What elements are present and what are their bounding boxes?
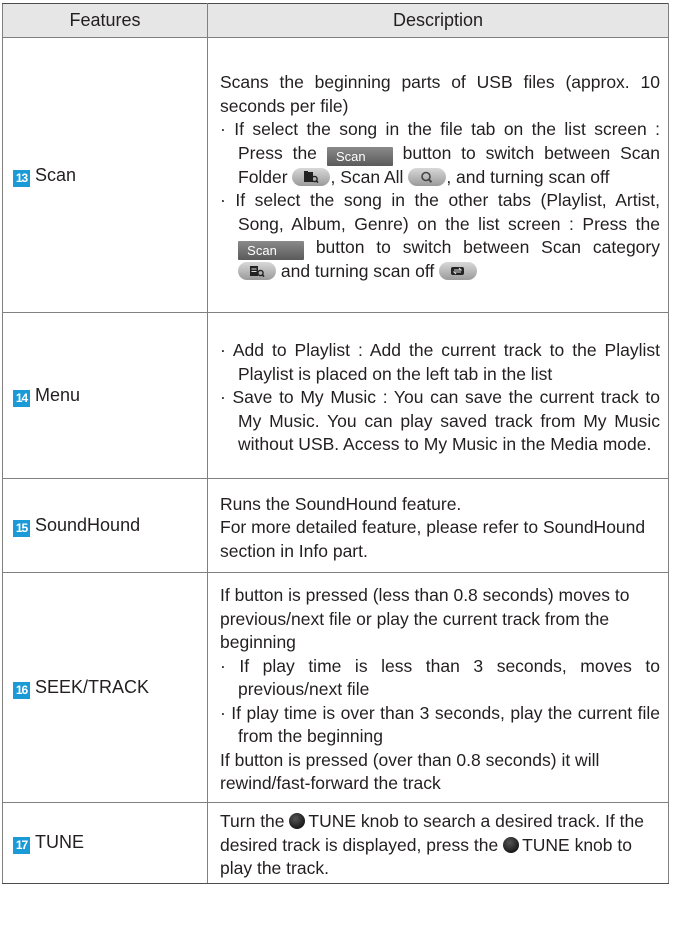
bullet-text: · If select the song in the other tabs (… xyxy=(220,190,660,234)
table-row: 14 Menu · Add to Playlist : Add the curre… xyxy=(2,312,669,479)
feature-cell-menu: 14 Menu xyxy=(2,312,208,479)
scan-category-icon xyxy=(238,262,276,281)
feature-cell-scan: 13 Scan xyxy=(2,37,208,313)
description-text: Runs the SoundHound feature. xyxy=(220,493,462,514)
bullet-item: · If play time is less than 3 seconds, m… xyxy=(220,655,660,700)
description-text: For more detailed feature, please refer … xyxy=(220,517,646,561)
description-cell-soundhound: Runs the SoundHound feature. For more de… xyxy=(207,478,669,573)
bullet-item: · If play time is over than 3 seconds, p… xyxy=(220,702,660,747)
description-text: Scans the beginning parts of USB files (… xyxy=(220,72,660,116)
feature-name: Menu xyxy=(35,384,81,405)
table-header-row: Features Description xyxy=(2,3,669,38)
bullet-item: · Add to Playlist : Add the current trac… xyxy=(220,340,660,384)
header-features: Features xyxy=(2,3,208,38)
description-fragment: Turn the xyxy=(220,811,285,831)
table-row: 16 SEEK/TRACK If button is pressed (less … xyxy=(2,572,669,803)
feature-name: SEEK/TRACK xyxy=(35,676,150,697)
bullet-item: · If select the song in the file tab on … xyxy=(220,118,660,189)
item-number-badge: 13 xyxy=(13,169,30,187)
header-description: Description xyxy=(207,3,669,38)
feature-cell-soundhound: 15 SoundHound xyxy=(2,478,208,573)
bullet-text: , Scan All xyxy=(330,166,404,187)
feature-name: Scan xyxy=(35,164,77,185)
description-cell-menu: · Add to Playlist : Add the current trac… xyxy=(207,312,669,479)
item-number-badge: 14 xyxy=(13,390,30,407)
description-cell-tune: Turn the TUNE knob to search a desired t… xyxy=(207,802,669,884)
tune-knob-icon xyxy=(503,836,520,853)
bullet-text: button to switch between Scan category xyxy=(315,237,660,258)
feature-name: TUNE xyxy=(35,832,84,852)
item-number-badge: 17 xyxy=(13,837,30,855)
feature-cell-tune: 17 TUNE xyxy=(2,802,208,884)
feature-name: SoundHound xyxy=(35,514,141,535)
scan-folder-icon xyxy=(292,167,331,186)
bullet-item: · If select the song in the other tabs (… xyxy=(220,189,660,284)
item-number-badge: 15 xyxy=(13,520,30,537)
item-number-badge: 16 xyxy=(13,682,30,699)
scan-button-image: Scan xyxy=(326,146,393,166)
table-row: 15 SoundHound Runs the SoundHound feature… xyxy=(2,478,669,573)
scan-button-image: Scan xyxy=(238,241,304,261)
features-table: Features Description 13 Scan Scans the be… xyxy=(2,3,669,884)
bullet-text: , and turning scan off xyxy=(446,166,610,187)
scan-all-icon xyxy=(408,167,447,186)
description-text: If button is pressed (less than 0.8 seco… xyxy=(220,585,630,653)
description-text: Turn the TUNE knob to search a desired t… xyxy=(220,810,660,881)
bullet-item: · Save to My Music : You can save the cu… xyxy=(220,387,660,455)
table-row: 13 Scan Scans the beginning parts of USB … xyxy=(2,37,669,313)
description-cell-seek-track: If button is pressed (less than 0.8 seco… xyxy=(207,572,669,803)
feature-cell-seek-track: 16 SEEK/TRACK xyxy=(2,572,208,803)
bullet-text: and turning scan off xyxy=(280,261,435,282)
scan-off-icon xyxy=(439,262,478,281)
description-text: If button is pressed (over than 0.8 seco… xyxy=(220,749,600,794)
table-row: 17 TUNE Turn the TUNE knob to search a de… xyxy=(2,802,669,884)
tune-knob-icon xyxy=(289,813,306,829)
description-cell-scan: Scans the beginning parts of USB files (… xyxy=(207,37,669,313)
